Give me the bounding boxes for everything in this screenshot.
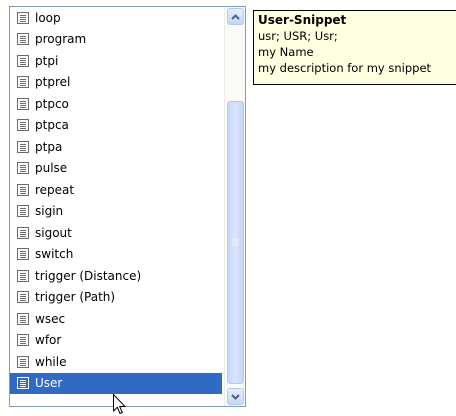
- tooltip-shortcuts: usr; USR; Usr;: [258, 29, 338, 43]
- snippet-icon: [17, 33, 29, 46]
- snippet-icon: [17, 119, 29, 132]
- list-item-label: ptpco: [35, 96, 69, 111]
- list-item-label: switch: [35, 247, 74, 262]
- list-item[interactable]: repeat: [10, 179, 222, 201]
- chevron-down-icon: [231, 393, 240, 400]
- snippet-icon: [17, 269, 29, 282]
- list-item-label: User: [35, 376, 63, 391]
- list-item-label: sigout: [35, 225, 72, 240]
- list-item-label: program: [35, 32, 87, 47]
- list-item-label: ptprel: [35, 75, 71, 90]
- list-item[interactable]: wfor: [10, 330, 222, 352]
- scroll-down-button[interactable]: [227, 388, 244, 405]
- grip-icon: [232, 238, 239, 246]
- list-item[interactable]: switch: [10, 244, 222, 266]
- list-item[interactable]: loop: [10, 7, 222, 29]
- snippet-icon: [17, 205, 29, 218]
- list-item[interactable]: wsec: [10, 308, 222, 330]
- list-item-label: pulse: [35, 161, 68, 176]
- list-item-label: ptpca: [35, 118, 69, 133]
- list-item-label: trigger (Path): [35, 290, 116, 305]
- snippet-icon: [17, 226, 29, 239]
- list-item[interactable]: ptprel: [10, 72, 222, 94]
- scroll-thumb[interactable]: [227, 101, 244, 384]
- tooltip-description: my description for my snippet: [258, 61, 432, 75]
- mouse-cursor-icon: [113, 394, 126, 415]
- list-item-label: repeat: [35, 182, 75, 197]
- list-item-label: ptpi: [35, 53, 59, 68]
- list-item[interactable]: program: [10, 29, 222, 51]
- snippet-icon: [17, 183, 29, 196]
- chevron-up-icon: [231, 13, 240, 20]
- list-item[interactable]: User: [10, 372, 222, 394]
- list-item[interactable]: trigger (Path): [10, 287, 222, 309]
- list-item-label: loop: [35, 10, 61, 25]
- completion-items: loop program ptpi ptprel ptpco ptpca ptpa pulse…: [10, 7, 222, 406]
- list-item[interactable]: ptpa: [10, 136, 222, 158]
- snippet-icon: [17, 54, 29, 67]
- list-item-label: wfor: [35, 333, 62, 348]
- snippet-icon: [17, 377, 29, 390]
- list-item[interactable]: ptpi: [10, 50, 222, 72]
- list-item[interactable]: sigin: [10, 201, 222, 223]
- list-item-label: sigin: [35, 204, 64, 219]
- snippet-icon: [17, 355, 29, 368]
- snippet-icon: [17, 76, 29, 89]
- list-item[interactable]: pulse: [10, 158, 222, 180]
- snippet-icon: [17, 97, 29, 110]
- snippet-icon: [17, 291, 29, 304]
- snippet-icon: [17, 312, 29, 325]
- snippet-icon: [17, 334, 29, 347]
- list-item-label: ptpa: [35, 139, 63, 154]
- list-item-label: while: [35, 354, 67, 369]
- list-item[interactable]: ptpca: [10, 115, 222, 137]
- snippet-tooltip: User-Snippet usr; USR; Usr; my Name my d…: [253, 10, 456, 85]
- snippet-icon: [17, 11, 29, 24]
- scroll-up-button[interactable]: [227, 8, 244, 25]
- tooltip-title: User-Snippet: [258, 13, 347, 27]
- tooltip-author: my Name: [258, 45, 314, 59]
- list-item[interactable]: ptpco: [10, 93, 222, 115]
- snippet-icon: [17, 248, 29, 261]
- list-item[interactable]: sigout: [10, 222, 222, 244]
- list-item-label: trigger (Distance): [35, 268, 142, 283]
- snippet-icon: [17, 162, 29, 175]
- list-item[interactable]: while: [10, 351, 222, 373]
- list-item[interactable]: trigger (Distance): [10, 265, 222, 287]
- snippet-icon: [17, 140, 29, 153]
- list-item-label: wsec: [35, 311, 66, 326]
- completion-list[interactable]: loop program ptpi ptprel ptpco ptpca ptpa pulse…: [9, 6, 246, 407]
- vertical-scrollbar[interactable]: [224, 7, 245, 406]
